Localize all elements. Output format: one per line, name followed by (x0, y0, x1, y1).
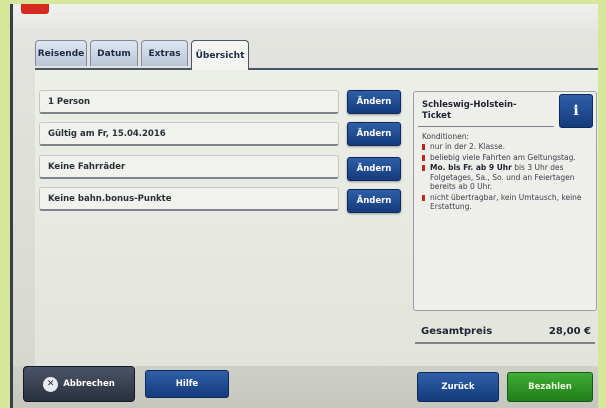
tab-reisende[interactable]: Reisende (35, 40, 87, 66)
summary-row-label: Keine Fahrräder (48, 161, 126, 172)
ticket-info-box: Schleswig-Holstein-Ticket i Konditionen:… (413, 91, 597, 311)
change-bicycles-button[interactable]: Ändern (347, 157, 401, 181)
divider (418, 126, 554, 127)
summary-row-bicycles: Keine Fahrräder (39, 155, 339, 179)
cancel-button[interactable]: ✕ Abbrechen (23, 366, 135, 402)
summary-row-date: Gültig am Fr, 15.04.2016 (39, 122, 339, 146)
conditions-label: Konditionen: (422, 132, 469, 141)
ticket-machine-screen: Reisende Datum Extras Übersicht 1 Person… (10, 4, 598, 408)
db-logo (21, 4, 49, 14)
change-bonus-button[interactable]: Ändern (347, 189, 401, 213)
pay-button[interactable]: Bezahlen (507, 372, 593, 402)
summary-row-bonus: Keine bahn.bonus-Punkte (39, 187, 339, 211)
bullet-icon (422, 194, 425, 201)
condition-item: Mo. bis Fr. ab 9 Uhr bis 3 Uhr des Folge… (422, 163, 592, 192)
summary-row-label: Gültig am Fr, 15.04.2016 (48, 128, 166, 139)
cancel-label: Abbrechen (63, 379, 115, 389)
tab-uebersicht[interactable]: Übersicht (191, 40, 249, 70)
total-price-label: Gesamtpreis (421, 325, 493, 337)
help-button[interactable]: Hilfe (145, 370, 229, 398)
condition-item: nicht übertragbar, kein Umtausch, keine … (422, 193, 592, 212)
close-icon: ✕ (43, 376, 59, 392)
change-date-button[interactable]: Ändern (347, 122, 401, 146)
bullet-icon (422, 144, 425, 150)
condition-item: beliebig viele Fahrten am Geltungstag. (422, 153, 592, 163)
tab-bar: Reisende Datum Extras Übersicht (35, 40, 595, 70)
summary-row-label: 1 Person (48, 96, 91, 107)
condition-item: nur in der 2. Klasse. (422, 142, 592, 152)
tab-datum[interactable]: Datum (90, 40, 138, 66)
bullet-icon (422, 154, 425, 161)
info-icon: i (573, 103, 579, 119)
header-strip (13, 4, 598, 30)
back-button[interactable]: Zurück (417, 372, 499, 402)
info-button[interactable]: i (559, 94, 593, 128)
conditions-list: nur in der 2. Klasse. beliebig viele Fah… (422, 142, 592, 213)
total-price-row: Gesamtpreis 28,00 € (415, 320, 595, 344)
summary-row-persons: 1 Person (39, 90, 339, 114)
summary-row-label: Keine bahn.bonus-Punkte (48, 193, 172, 204)
tab-extras[interactable]: Extras (141, 40, 188, 66)
total-price-value: 28,00 € (548, 325, 591, 337)
bullet-icon (422, 165, 425, 171)
change-persons-button[interactable]: Ändern (347, 90, 401, 114)
ticket-title: Schleswig-Holstein-Ticket (422, 100, 517, 121)
